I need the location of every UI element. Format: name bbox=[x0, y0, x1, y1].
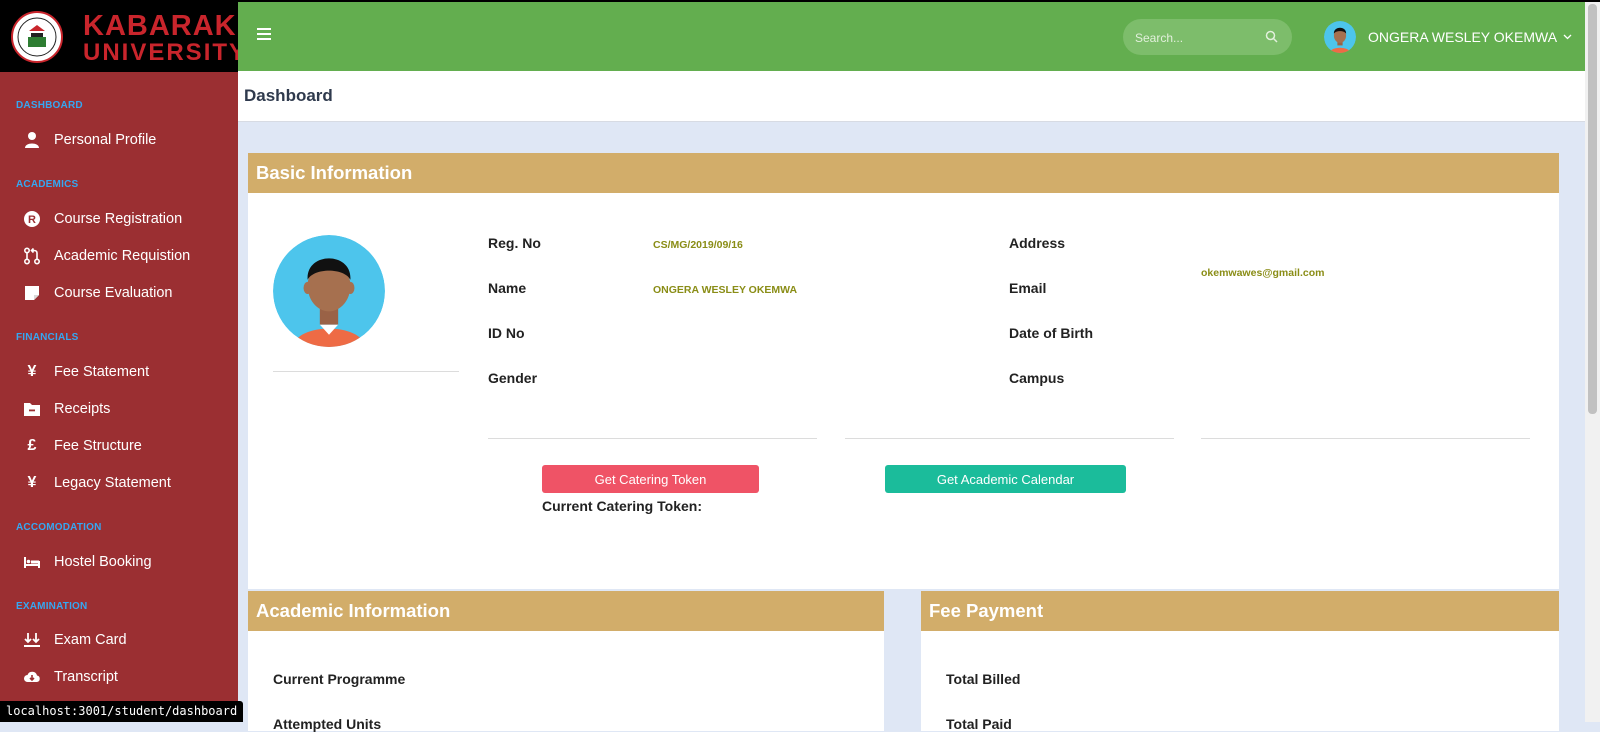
sidebar-item-transcript[interactable]: Transcript bbox=[0, 660, 238, 694]
reg-no-value: CS/MG/2019/09/16 bbox=[653, 239, 743, 251]
total-paid-label: Total Paid bbox=[946, 716, 1012, 732]
sidebar-item-label: Exam Card bbox=[54, 632, 127, 648]
name-label: Name bbox=[488, 280, 527, 296]
download-arrows-icon bbox=[20, 631, 44, 649]
profile-photo bbox=[273, 235, 385, 347]
user-icon bbox=[20, 131, 44, 149]
basic-information-card: Basic Information Reg. No CS/MG/2019/09/… bbox=[248, 153, 1559, 589]
cloud-download-icon bbox=[20, 668, 44, 686]
card-title: Fee Payment bbox=[921, 591, 1559, 631]
section-dashboard: DASHBOARD bbox=[16, 100, 83, 111]
git-pull-request-icon bbox=[20, 247, 44, 265]
sidebar-item-label: Fee Statement bbox=[54, 364, 150, 380]
divider bbox=[488, 438, 817, 439]
sidebar-item-legacy-statement[interactable]: ¥ Legacy Statement bbox=[0, 466, 238, 500]
campus-label: Campus bbox=[1009, 370, 1065, 386]
hamburger-menu-icon[interactable] bbox=[257, 28, 271, 43]
sidebar-item-fee-statement[interactable]: ¥ Fee Statement bbox=[0, 355, 238, 389]
card-title: Basic Information bbox=[248, 153, 1559, 193]
sidebar-item-hostel-booking[interactable]: Hostel Booking bbox=[0, 545, 238, 579]
sidebar-item-label: Personal Profile bbox=[54, 132, 157, 148]
section-academics: ACADEMICS bbox=[16, 179, 79, 190]
sidebar-item-receipts[interactable]: Receipts bbox=[0, 392, 238, 426]
sidebar: KABARAK UNIVERSITY DASHBOARD Personal Pr… bbox=[0, 2, 238, 722]
attempted-units-label: Attempted Units bbox=[273, 716, 382, 732]
name-value: ONGERA WESLEY OKEMWA bbox=[653, 284, 798, 296]
brand-line1: KABARAK bbox=[83, 10, 237, 42]
sticky-note-icon bbox=[20, 284, 44, 302]
fee-payment-card: Fee Payment Total Billed Total Paid bbox=[921, 591, 1559, 732]
vertical-scrollbar[interactable] bbox=[1585, 2, 1600, 722]
reg-no-label: Reg. No bbox=[488, 235, 541, 251]
date-of-birth-label: Date of Birth bbox=[1009, 325, 1093, 341]
sidebar-item-exam-card[interactable]: Exam Card bbox=[0, 623, 238, 657]
scrollbar-thumb[interactable] bbox=[1588, 4, 1597, 414]
top-bar: ONGERA WESLEY OKEMWA bbox=[238, 2, 1585, 71]
search-input[interactable] bbox=[1133, 19, 1267, 57]
sidebar-item-label: Course Registration bbox=[54, 211, 183, 227]
sidebar-item-course-evaluation[interactable]: Course Evaluation bbox=[0, 276, 238, 310]
status-bar-url: localhost:3001/student/dashboard bbox=[0, 701, 244, 722]
sidebar-item-label: Transcript bbox=[54, 669, 118, 685]
get-catering-token-button[interactable]: Get Catering Token bbox=[542, 465, 759, 493]
yen-icon: ¥ bbox=[27, 474, 37, 491]
university-logo[interactable]: KABARAK UNIVERSITY bbox=[0, 2, 238, 72]
folder-minus-icon bbox=[20, 400, 44, 418]
chevron-down-icon bbox=[1563, 34, 1572, 40]
pound-icon: £ bbox=[27, 437, 37, 454]
section-accomodation: ACCOMODATION bbox=[16, 522, 102, 533]
user-name: ONGERA WESLEY OKEMWA bbox=[1368, 29, 1558, 45]
sidebar-item-label: Fee Structure bbox=[54, 438, 142, 454]
sidebar-item-course-registration[interactable]: R Course Registration bbox=[0, 202, 238, 236]
sidebar-item-academic-requistion[interactable]: Academic Requistion bbox=[0, 239, 238, 273]
divider bbox=[1201, 438, 1530, 439]
university-seal-icon bbox=[11, 11, 63, 63]
brand-line2: UNIVERSITY bbox=[83, 39, 238, 66]
sidebar-item-label: Legacy Statement bbox=[54, 475, 171, 491]
sidebar-item-label: Academic Requistion bbox=[54, 248, 191, 264]
current-catering-token-label: Current Catering Token: bbox=[542, 498, 702, 514]
avatar bbox=[1324, 21, 1356, 53]
get-academic-calendar-button[interactable]: Get Academic Calendar bbox=[885, 465, 1126, 493]
total-billed-label: Total Billed bbox=[946, 671, 1021, 687]
user-menu[interactable]: ONGERA WESLEY OKEMWA bbox=[1324, 19, 1572, 55]
svg-text:R: R bbox=[28, 214, 36, 226]
divider bbox=[845, 438, 1174, 439]
academic-information-card: Academic Information Current Programme A… bbox=[248, 591, 884, 732]
divider bbox=[273, 371, 459, 372]
current-programme-label: Current Programme bbox=[273, 671, 406, 687]
id-no-label: ID No bbox=[488, 325, 525, 341]
sidebar-item-personal-profile[interactable]: Personal Profile bbox=[0, 123, 238, 157]
section-examination: EXAMINATION bbox=[16, 601, 88, 612]
sidebar-item-fee-structure[interactable]: £ Fee Structure bbox=[0, 429, 238, 463]
page-header: Dashboard bbox=[238, 71, 1585, 122]
search-box bbox=[1123, 19, 1292, 57]
section-financials: FINANCIALS bbox=[16, 332, 79, 343]
page-title: Dashboard bbox=[244, 86, 333, 105]
yen-icon: ¥ bbox=[27, 363, 37, 380]
sidebar-item-label: Hostel Booking bbox=[54, 554, 152, 570]
sidebar-item-label: Course Evaluation bbox=[54, 285, 173, 301]
sidebar-item-label: Receipts bbox=[54, 401, 111, 417]
bed-icon bbox=[20, 553, 44, 571]
card-title: Academic Information bbox=[248, 591, 884, 631]
address-label: Address bbox=[1009, 235, 1066, 251]
registered-icon: R bbox=[20, 210, 44, 228]
email-label: Email bbox=[1009, 280, 1047, 296]
gender-label: Gender bbox=[488, 370, 538, 386]
email-value: okemwawes@gmail.com bbox=[1201, 267, 1325, 279]
search-icon[interactable] bbox=[1265, 30, 1278, 43]
